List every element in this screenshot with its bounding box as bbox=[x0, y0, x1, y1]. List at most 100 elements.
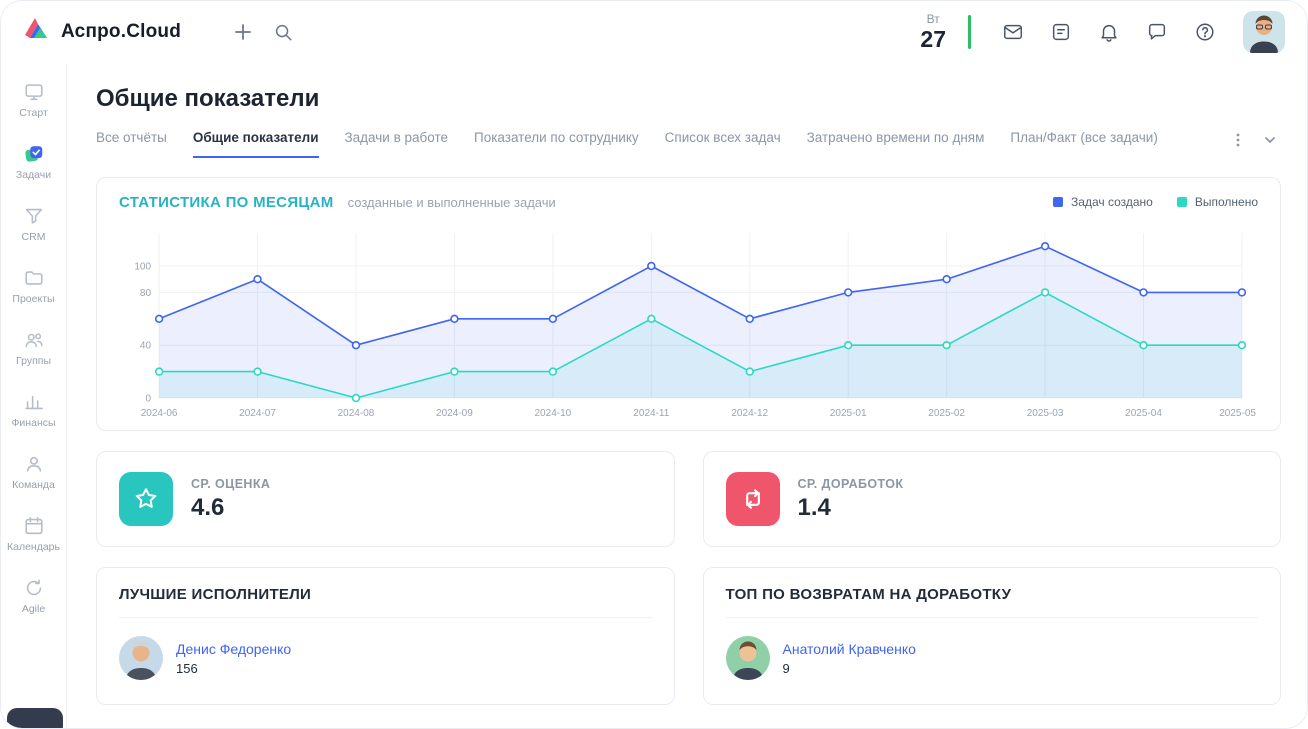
sidebar-item-team[interactable]: Команда bbox=[1, 441, 66, 503]
svg-text:2025-02: 2025-02 bbox=[928, 408, 965, 419]
svg-text:2025-03: 2025-03 bbox=[1027, 408, 1064, 419]
tab-general-indicators[interactable]: Общие показатели bbox=[193, 130, 319, 158]
sidebar-item-label: Проекты bbox=[12, 293, 54, 305]
chat-button[interactable] bbox=[1137, 12, 1177, 52]
weekday-label: Вт bbox=[920, 13, 946, 25]
svg-text:80: 80 bbox=[140, 288, 152, 299]
brand-name: Аспро.Cloud bbox=[61, 21, 181, 43]
sidebar-item-label: CRM bbox=[22, 231, 46, 243]
tab-all-reports[interactable]: Все отчёты bbox=[96, 130, 167, 158]
tabs-collapse-button[interactable] bbox=[1259, 129, 1281, 151]
sidebar-item-agile[interactable]: Agile bbox=[1, 565, 66, 627]
finance-icon bbox=[23, 391, 45, 413]
sidebar-item-start[interactable]: Старт bbox=[1, 69, 66, 131]
svg-text:2025-04: 2025-04 bbox=[1125, 408, 1162, 419]
stat-label: СР. ДОРАБОТОК bbox=[798, 477, 904, 491]
search-button[interactable] bbox=[263, 12, 303, 52]
sidebar-item-projects[interactable]: Проекты bbox=[1, 255, 66, 317]
main-content: Общие показатели Все отчёты Общие показа… bbox=[67, 63, 1307, 728]
person-count: 9 bbox=[783, 661, 916, 676]
notifications-button[interactable] bbox=[1089, 12, 1129, 52]
tasks-icon bbox=[23, 143, 45, 165]
user-avatar[interactable] bbox=[1243, 11, 1285, 53]
sidebar-item-label: Старт bbox=[19, 107, 48, 119]
sidebar-item-label: Agile bbox=[22, 603, 45, 615]
svg-text:2025-05: 2025-05 bbox=[1219, 408, 1256, 419]
svg-text:100: 100 bbox=[134, 262, 151, 273]
stat-value: 1.4 bbox=[798, 494, 904, 522]
team-icon bbox=[23, 453, 45, 475]
svg-text:0: 0 bbox=[146, 394, 152, 405]
tabs-more-button[interactable] bbox=[1227, 129, 1249, 151]
sidebar-item-groups[interactable]: Группы bbox=[1, 317, 66, 379]
svg-text:2024-10: 2024-10 bbox=[534, 408, 571, 419]
sidebar-item-crm[interactable]: CRM bbox=[1, 193, 66, 255]
calendar-date[interactable]: Вт 27 bbox=[920, 13, 946, 51]
projects-icon bbox=[23, 267, 45, 289]
calendar-icon bbox=[23, 515, 45, 537]
svg-text:2024-07: 2024-07 bbox=[239, 408, 276, 419]
legend-item-created[interactable]: Задач создано bbox=[1053, 195, 1153, 209]
sidebar-item-label: Календарь bbox=[7, 541, 60, 553]
tab-employee-indicators[interactable]: Показатели по сотруднику bbox=[474, 130, 639, 158]
sidebar: Старт Задачи CRM Проекты Групп bbox=[1, 63, 67, 728]
monthly-stats-card: СТАТИСТИКА ПО МЕСЯЦАМ созданные и выполн… bbox=[96, 177, 1281, 431]
best-performers-card: ЛУЧШИЕ ИСПОЛНИТЕЛИ Денис Федоренко bbox=[96, 567, 675, 705]
report-tabs: Все отчёты Общие показатели Задачи в раб… bbox=[96, 129, 1281, 159]
day-number: 27 bbox=[920, 28, 946, 51]
chart-legend: Задач создано Выполнено bbox=[1053, 195, 1258, 209]
bell-icon bbox=[1098, 21, 1120, 43]
person-name-link[interactable]: Денис Федоренко bbox=[176, 641, 291, 657]
sidebar-item-label: Задачи bbox=[16, 169, 51, 181]
star-icon bbox=[119, 472, 173, 526]
sidebar-item-calendar[interactable]: Календарь bbox=[1, 503, 66, 565]
page-title: Общие показатели bbox=[96, 85, 1281, 113]
sidebar-collapse-button[interactable] bbox=[7, 708, 63, 729]
brand-logo-icon bbox=[21, 15, 51, 50]
tab-tasks-in-progress[interactable]: Задачи в работе bbox=[345, 130, 449, 158]
avg-rework-card: СР. ДОРАБОТОК 1.4 bbox=[703, 451, 1282, 547]
status-indicator-bar bbox=[968, 15, 971, 49]
help-icon bbox=[1194, 21, 1216, 43]
sidebar-item-label: Группы bbox=[16, 355, 51, 367]
svg-text:2024-06: 2024-06 bbox=[141, 408, 178, 419]
top-header: Аспро.Cloud Вт 27 bbox=[1, 1, 1307, 63]
svg-text:2024-09: 2024-09 bbox=[436, 408, 473, 419]
legend-item-completed[interactable]: Выполнено bbox=[1177, 195, 1258, 209]
person-name-link[interactable]: Анатолий Кравченко bbox=[783, 641, 916, 657]
sidebar-item-finance[interactable]: Финансы bbox=[1, 379, 66, 441]
stat-label: СР. ОЦЕНКА bbox=[191, 477, 270, 491]
svg-text:2024-08: 2024-08 bbox=[338, 408, 375, 419]
brand[interactable]: Аспро.Cloud bbox=[21, 15, 181, 50]
sidebar-item-tasks[interactable]: Задачи bbox=[1, 131, 66, 193]
sidebar-item-label: Финансы bbox=[11, 417, 55, 429]
tab-all-tasks-list[interactable]: Список всех задач bbox=[665, 130, 781, 158]
person-count: 156 bbox=[176, 661, 291, 676]
tab-plan-fact[interactable]: План/Факт (все задачи) bbox=[1010, 130, 1157, 158]
crm-icon bbox=[23, 205, 45, 227]
list-item: Денис Федоренко 156 bbox=[119, 636, 652, 680]
notes-button[interactable] bbox=[1041, 12, 1081, 52]
avatar bbox=[119, 636, 163, 680]
top-rework-returns-card: ТОП ПО ВОЗВРАТАМ НА ДОРАБОТКУ Анатолий bbox=[703, 567, 1282, 705]
tab-time-spent-by-day[interactable]: Затрачено времени по дням bbox=[807, 130, 985, 158]
groups-icon bbox=[23, 329, 45, 351]
avg-rating-card: СР. ОЦЕНКА 4.6 bbox=[96, 451, 675, 547]
svg-text:2024-11: 2024-11 bbox=[633, 408, 669, 419]
list-item: Анатолий Кравченко 9 bbox=[726, 636, 1259, 680]
chart-subtitle: созданные и выполненные задачи bbox=[348, 195, 556, 210]
plus-icon bbox=[233, 22, 253, 42]
repeat-icon bbox=[726, 472, 780, 526]
agile-icon bbox=[23, 577, 45, 599]
svg-text:2024-12: 2024-12 bbox=[731, 408, 768, 419]
list-title: ЛУЧШИЕ ИСПОЛНИТЕЛИ bbox=[119, 586, 652, 618]
svg-text:2025-01: 2025-01 bbox=[830, 408, 867, 419]
mail-button[interactable] bbox=[993, 12, 1033, 52]
add-button[interactable] bbox=[223, 12, 263, 52]
legend-label: Выполнено bbox=[1195, 195, 1258, 209]
avatar bbox=[726, 636, 770, 680]
monthly-stats-chart[interactable]: 040801002024-062024-072024-082024-092024… bbox=[119, 219, 1258, 424]
chevron-down-icon bbox=[1263, 133, 1277, 147]
help-button[interactable] bbox=[1185, 12, 1225, 52]
search-icon bbox=[273, 22, 293, 42]
